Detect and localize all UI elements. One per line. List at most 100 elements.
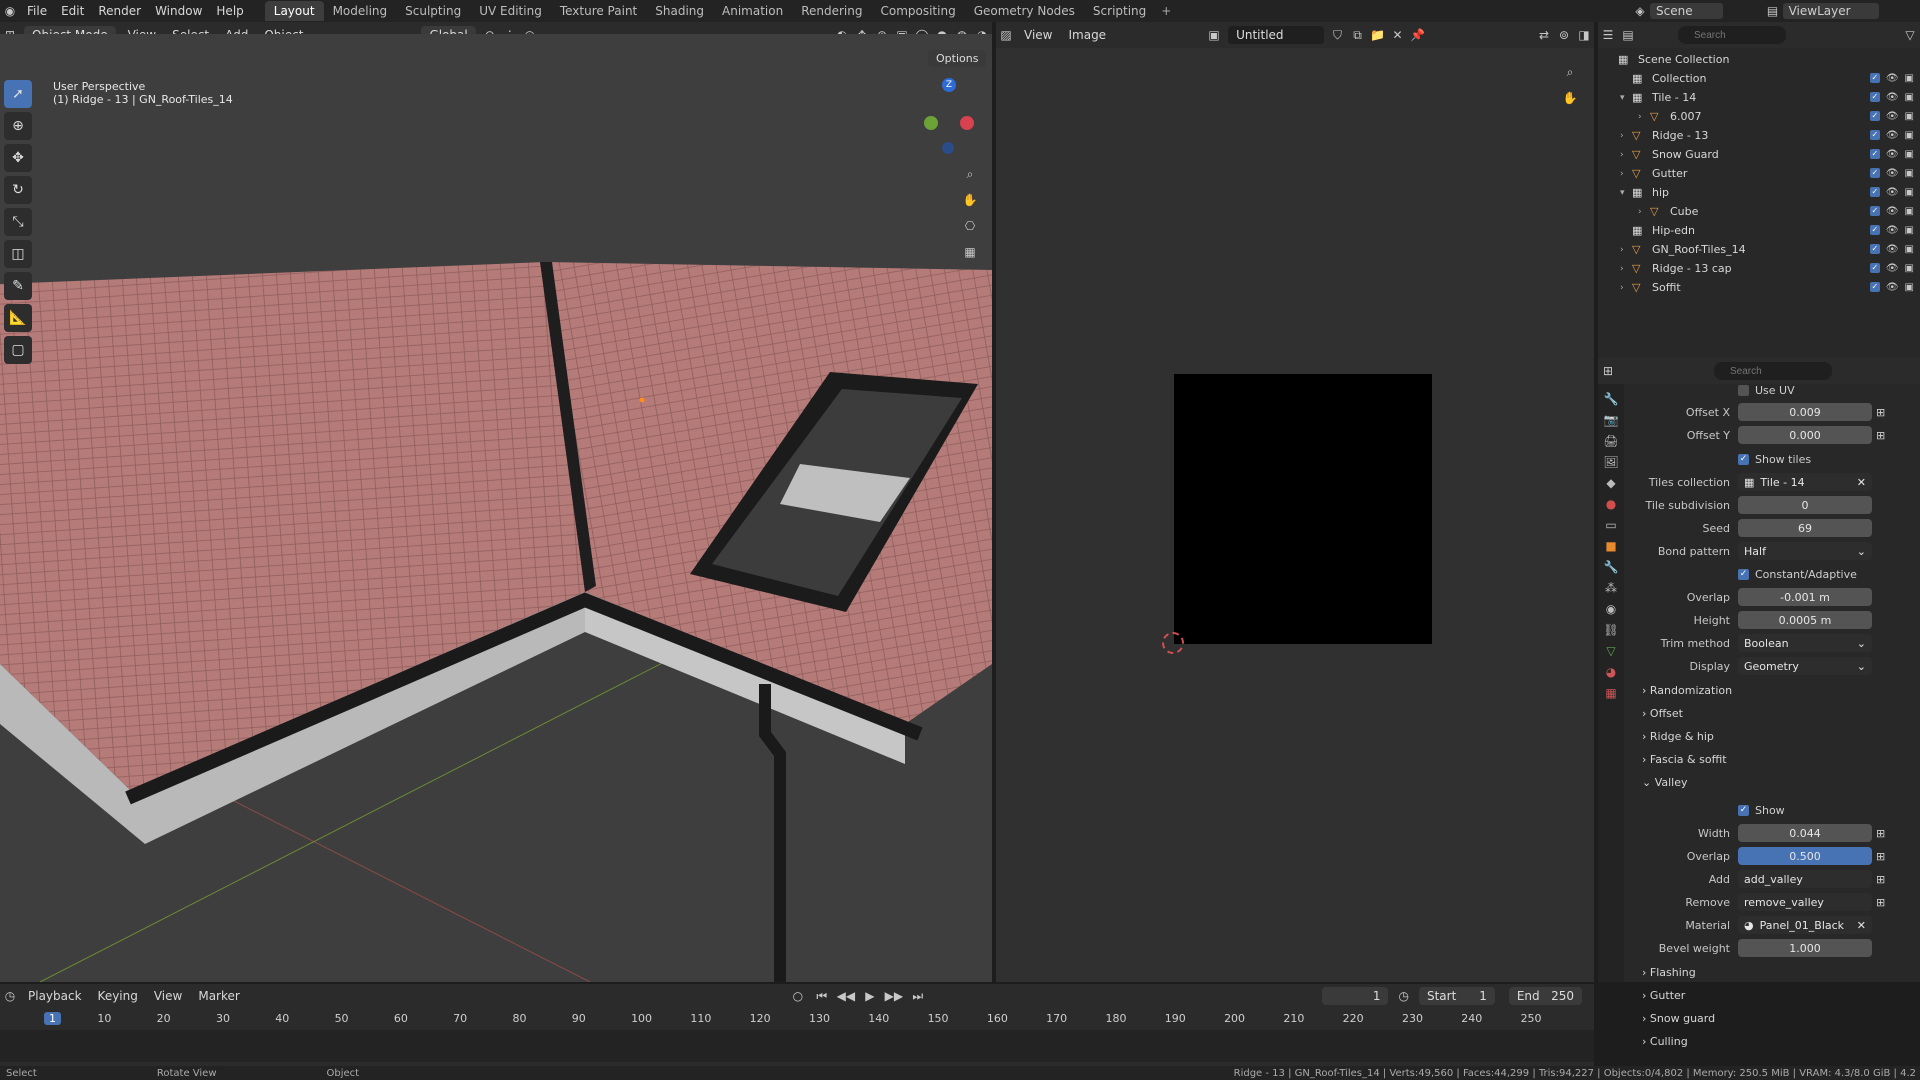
image-display-icon[interactable]: ◨ [1574, 25, 1594, 45]
physics-tab-icon[interactable]: ◉ [1606, 602, 1616, 616]
trim-method-dropdown[interactable]: Boolean ⌄ [1738, 634, 1872, 652]
use-uv-checkbox[interactable] [1738, 384, 1749, 396]
valley-width-field[interactable]: 0.044 [1738, 824, 1872, 842]
annotate-tool-icon[interactable]: ✎ [4, 272, 32, 300]
tab-modeling[interactable]: Modeling [324, 1, 397, 21]
exclude-checkbox[interactable]: ✓ [1869, 111, 1880, 121]
valley-overlap-field[interactable]: 0.500 [1738, 847, 1872, 865]
tab-sculpting[interactable]: Sculpting [396, 1, 470, 21]
material-tab-icon[interactable]: ◕ [1606, 665, 1616, 679]
expand-icon[interactable]: › [1620, 264, 1632, 274]
render-camera-icon[interactable]: ▣ [1905, 206, 1914, 217]
tool-tab-icon[interactable]: 🔧 [1604, 392, 1619, 406]
eye-icon[interactable]: 👁 [1886, 244, 1899, 255]
cursor-tool-icon[interactable]: ⊕ [4, 112, 32, 140]
bevel-weight-field[interactable]: 1.000 [1738, 939, 1872, 957]
outliner-item[interactable]: ▾ ▦ Tile - 14 ✓ 👁 ▣ [1598, 88, 1920, 107]
display-mode-icon[interactable]: ▤ [1618, 25, 1638, 45]
render-camera-icon[interactable]: ▣ [1905, 149, 1914, 160]
section-gutter[interactable]: › Gutter [1642, 989, 1685, 1002]
play-icon[interactable]: ▶ [860, 986, 880, 1006]
gizmo-x-axis[interactable] [960, 116, 974, 130]
exclude-checkbox[interactable]: ✓ [1869, 73, 1880, 83]
eye-icon[interactable]: 👁 [1886, 282, 1899, 293]
seed-field[interactable]: 69 [1738, 519, 1872, 537]
outliner-item[interactable]: › ▽ Soffit ✓ 👁 ▣ [1598, 278, 1920, 297]
view-layer-tab-icon[interactable]: 🖼 [1603, 455, 1618, 469]
render-tab-icon[interactable]: 📷 [1604, 413, 1619, 427]
constant-adaptive-checkbox[interactable]: ✓ [1738, 568, 1749, 580]
unlink-image-icon[interactable]: ✕ [1388, 25, 1408, 45]
pan-hand-icon[interactable]: ✋ [960, 190, 980, 210]
timeline-menu-keying[interactable]: Keying [90, 989, 146, 1003]
select-tool-icon[interactable]: ➚ [4, 80, 32, 108]
measure-tool-icon[interactable]: 📐 [4, 304, 32, 332]
tiles-collection-field[interactable]: ▦ Tile - 14 ✕ [1738, 473, 1872, 491]
exclude-checkbox[interactable]: ✓ [1869, 92, 1880, 102]
valley-remove-field[interactable]: remove_valley [1738, 893, 1872, 911]
particles-tab-icon[interactable]: ⁂ [1605, 581, 1617, 595]
expand-icon[interactable]: › [1620, 169, 1632, 179]
render-camera-icon[interactable]: ▣ [1905, 187, 1914, 198]
render-camera-icon[interactable]: ▣ [1905, 111, 1914, 122]
timeline-menu-playback[interactable]: Playback [20, 989, 90, 1003]
prev-key-icon[interactable]: ◀◀ [836, 986, 856, 1006]
expand-icon[interactable]: › [1638, 112, 1650, 122]
image-overlay-icon[interactable]: ⊚ [1554, 25, 1574, 45]
eye-icon[interactable]: 👁 [1886, 149, 1899, 160]
menu-help[interactable]: Help [209, 4, 250, 18]
outliner-item[interactable]: ▾ ▦ hip ✓ 👁 ▣ [1598, 183, 1920, 202]
tab-shading[interactable]: Shading [646, 1, 713, 21]
height-field[interactable]: 0.0005 m [1738, 611, 1872, 629]
filter-icon[interactable]: ▽ [1900, 25, 1920, 45]
expand-icon[interactable]: ▾ [1620, 93, 1632, 103]
keyframe-icon[interactable]: ⊞ [1876, 896, 1885, 909]
gizmo-neg-z-axis[interactable] [942, 142, 954, 154]
image-name-field[interactable]: Untitled [1228, 26, 1324, 44]
overlap-field[interactable]: -0.001 m [1738, 588, 1872, 606]
outliner-item[interactable]: › ▽ GN_Roof-Tiles_14 ✓ 👁 ▣ [1598, 240, 1920, 259]
eye-icon[interactable]: 👁 [1886, 206, 1899, 217]
properties-type-icon[interactable]: ⊞ [1598, 361, 1618, 381]
end-frame-field[interactable]: End 250 [1508, 987, 1582, 1005]
tab-scripting[interactable]: Scripting [1084, 1, 1155, 21]
keyframe-icon[interactable]: ⊞ [1876, 429, 1885, 442]
move-tool-icon[interactable]: ✥ [4, 144, 32, 172]
eye-icon[interactable]: 👁 [1886, 92, 1899, 103]
exclude-checkbox[interactable]: ✓ [1869, 187, 1880, 197]
jump-start-icon[interactable]: ⏮ [812, 986, 832, 1006]
3d-viewport[interactable]: User Perspective (1) Ridge - 13 | GN_Roo… [0, 34, 992, 982]
image-editor-canvas[interactable]: ⌕ ✋ [996, 48, 1594, 982]
outliner-root[interactable]: ▦ Scene Collection [1598, 50, 1920, 69]
image-editor-type-icon[interactable]: ▨ [996, 25, 1016, 45]
tab-geometry-nodes[interactable]: Geometry Nodes [965, 1, 1084, 21]
expand-icon[interactable]: › [1620, 245, 1632, 255]
menu-render[interactable]: Render [91, 4, 148, 18]
outliner-item[interactable]: › ▽ Ridge - 13 ✓ 👁 ▣ [1598, 126, 1920, 145]
tile-subdivision-field[interactable]: 0 [1738, 496, 1872, 514]
eye-icon[interactable]: 👁 [1886, 263, 1899, 274]
current-frame-field[interactable]: 1 [1322, 987, 1389, 1005]
eye-icon[interactable]: 👁 [1886, 168, 1899, 179]
expand-icon[interactable]: › [1638, 207, 1650, 217]
transform-tool-icon[interactable]: ◫ [4, 240, 32, 268]
exclude-checkbox[interactable]: ✓ [1869, 263, 1880, 273]
scene-selector[interactable]: Scene [1650, 3, 1723, 19]
outliner-item[interactable]: › ▽ 6.007 ✓ 👁 ▣ [1598, 107, 1920, 126]
blender-logo-icon[interactable]: ◉ [0, 1, 20, 21]
tab-animation[interactable]: Animation [713, 1, 792, 21]
image-zoom-icon[interactable]: ⌕ [1560, 62, 1580, 82]
add-cube-tool-icon[interactable]: ▢ [4, 336, 32, 364]
eye-icon[interactable]: 👁 [1886, 73, 1899, 84]
outliner-item[interactable]: › ▽ Cube ✓ 👁 ▣ [1598, 202, 1920, 221]
grid-icon[interactable]: ▦ [960, 242, 980, 262]
render-camera-icon[interactable]: ▣ [1905, 244, 1914, 255]
jump-end-icon[interactable]: ⏭ [908, 986, 928, 1006]
menu-edit[interactable]: Edit [54, 4, 91, 18]
tab-rendering[interactable]: Rendering [792, 1, 871, 21]
keyframe-icon[interactable]: ⊞ [1876, 873, 1885, 886]
options-dropdown[interactable]: Options [928, 50, 987, 67]
valley-add-field[interactable]: add_valley [1738, 870, 1872, 888]
frame-ruler[interactable]: 1 10 20 30 40 50 60 70 80 90 100 110 120 130 140 150 160… [0, 1008, 1594, 1030]
expand-icon[interactable]: › [1620, 131, 1632, 141]
